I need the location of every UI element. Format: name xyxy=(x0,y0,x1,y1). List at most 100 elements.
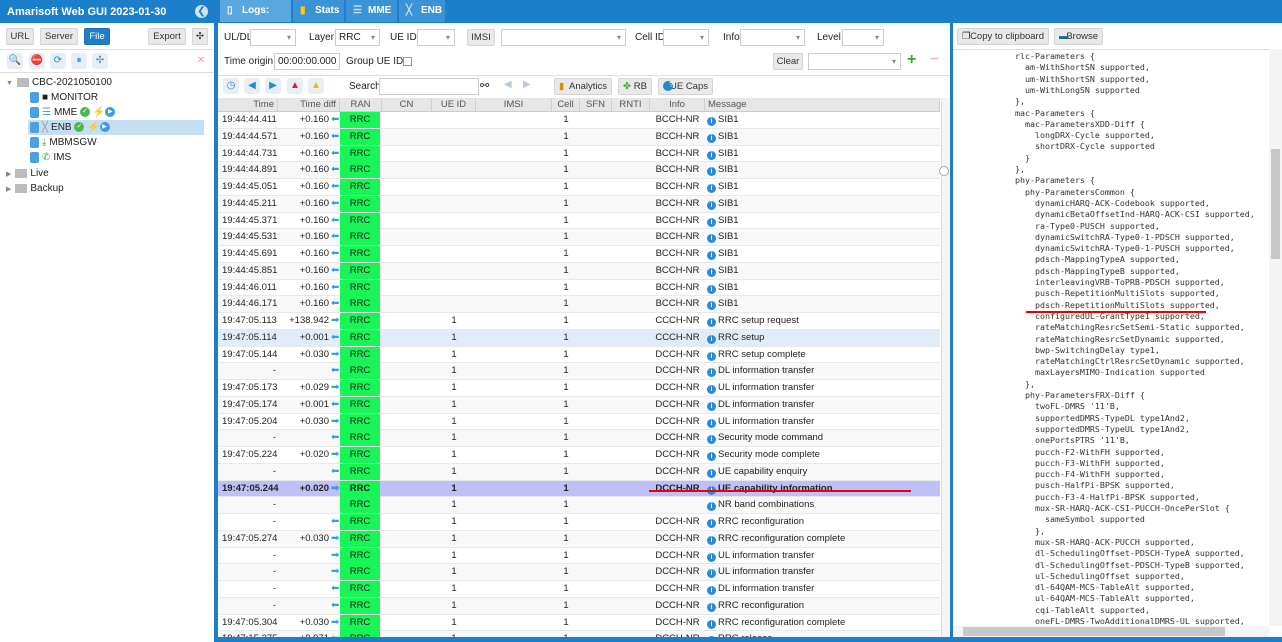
refresh-icon[interactable]: ⟳ xyxy=(50,53,66,69)
column-header-time-diff[interactable]: Time diff xyxy=(278,98,340,112)
tab-enb[interactable]: ╳ ENB xyxy=(399,0,446,22)
table-row[interactable]: 19:44:44.411 +0.160 ⬅ RRC 1 BCCH-NR i SIB1 xyxy=(218,112,940,129)
add-icon[interactable]: + xyxy=(907,52,916,68)
table-row[interactable]: 19:44:44.891 +0.160 ⬅ RRC 1 BCCH-NR i SIB1 xyxy=(218,162,940,179)
clock-icon[interactable]: ◷ xyxy=(223,78,239,94)
table-row[interactable]: 19:44:45.371 +0.160 ⬅ RRC 1 BCCH-NR i SIB1 xyxy=(218,212,940,230)
column-header-cn[interactable]: CN xyxy=(382,98,432,112)
column-header-ran[interactable]: RAN xyxy=(340,98,382,112)
table-row[interactable]: 19:44:45.211 +0.160 ⬅ RRC 1 BCCH-NR i SIB1 xyxy=(218,195,940,213)
group-ueid-checkbox[interactable] xyxy=(403,57,412,66)
table-row[interactable]: - ⬅ RRC 1 1 DCCH-NR i RRC reconfiguration xyxy=(218,514,940,531)
table-row[interactable]: 19:44:46.171 +0.160 ⬅ RRC 1 BCCH-NR i SIB1 xyxy=(218,296,940,313)
cellid-select[interactable] xyxy=(663,29,709,46)
table-row[interactable]: 19:47:05.224 +0.020 ➡ RRC 1 1 DCCH-NR i Security… xyxy=(218,447,940,464)
level-select[interactable] xyxy=(842,29,884,46)
table-row[interactable]: 19:47:05.174 +0.001 ⬅ RRC 1 1 DCCH-NR i DL infor… xyxy=(218,396,940,414)
next-result-icon[interactable]: ▶ xyxy=(523,79,531,90)
close-icon[interactable]: ✕ xyxy=(193,53,209,69)
browse-button[interactable]: ▬ Browse xyxy=(1054,28,1103,45)
imsi-button[interactable]: IMSI xyxy=(467,29,495,46)
table-row[interactable]: 19:47:05.244 +0.020➡RRC 1 1 DCCH-NR iUE capab… xyxy=(218,480,940,498)
search-input[interactable] xyxy=(379,78,479,95)
binoculars-icon[interactable]: ⚯ xyxy=(480,79,489,92)
table-row[interactable]: - ➡ RRC 1 1 DCCH-NR i UL information transfer xyxy=(218,564,940,581)
vertical-scrollbar[interactable] xyxy=(1269,49,1282,626)
table-row[interactable]: - ➡ RRC 1 1 DCCH-NR i UL information transfer xyxy=(218,547,940,565)
table-row[interactable]: 19:47:05.113 +138.942 ➡ RRC 1 1 CCCH-NR i RRC se… xyxy=(218,313,940,330)
uecaps-button[interactable]: ? UE Caps xyxy=(658,78,713,95)
table-row[interactable]: 19:44:45.531 +0.160 ⬅ RRC 1 BCCH-NR i SIB1 xyxy=(218,229,940,246)
table-row[interactable]: - ⬅ RRC 1 1 DCCH-NR i DL information transfer xyxy=(218,363,940,380)
connect-icon[interactable]: ✣ xyxy=(92,53,108,69)
play-icon[interactable]: ▶ xyxy=(105,107,116,118)
rb-button[interactable]: ✤ RB xyxy=(618,78,652,95)
tree-item-enb[interactable]: ╳ ENB ✓ ⚡ ▶ xyxy=(28,120,204,135)
horizontal-scrollbar[interactable] xyxy=(953,626,1269,637)
stop-icon[interactable]: ⛔ xyxy=(29,53,45,69)
table-row[interactable]: - ⬅ RRC 1 1 DCCH-NR i UE capability enquiry xyxy=(218,463,940,481)
clear-button[interactable]: Clear xyxy=(773,53,803,70)
table-row[interactable]: 19:44:45.691 +0.160 ⬅ RRC 1 BCCH-NR i SIB1 xyxy=(218,246,940,263)
column-header-info[interactable]: Info xyxy=(650,98,705,112)
file-button[interactable]: File xyxy=(84,28,110,45)
table-row[interactable]: - ⬅ RRC 1 1 DCCH-NR i RRC reconfiguration xyxy=(218,597,940,615)
column-header-imsi[interactable]: IMSI xyxy=(476,98,552,112)
table-row[interactable]: - ⬅ RRC 1 1 DCCH-NR i DL information transfer xyxy=(218,581,940,598)
play-icon[interactable]: ▶ xyxy=(99,122,110,133)
tree-item-live[interactable]: ▶ Live xyxy=(6,166,49,181)
column-header-cell[interactable]: Cell xyxy=(552,98,580,112)
analytics-button[interactable]: ▮ Analytics xyxy=(554,78,612,95)
arrow-left-icon[interactable]: ◀ xyxy=(244,78,260,94)
splitter-handle[interactable] xyxy=(939,166,949,176)
tree-item-mme[interactable]: ☰ MME ✓ ⚡ ▶ xyxy=(28,105,116,120)
table-row[interactable]: 19:44:45.851 +0.160 ⬅ RRC 1 BCCH-NR i SIB1 xyxy=(218,262,940,280)
tree-item-backup[interactable]: ▶ Backup xyxy=(6,181,64,196)
arrow-right-icon[interactable]: ▶ xyxy=(265,78,281,94)
pause-icon[interactable]: ⏸ xyxy=(71,53,87,69)
prev-result-icon[interactable]: ◀ xyxy=(504,79,512,90)
warning-icon[interactable]: ▲ xyxy=(308,78,324,94)
uldl-select[interactable] xyxy=(250,29,296,46)
collapse-panel-button[interactable]: ❮ xyxy=(195,5,208,18)
table-scrollbar[interactable] xyxy=(941,98,950,637)
chevron-right-icon[interactable]: ▶ xyxy=(6,186,11,193)
info-select[interactable] xyxy=(740,29,805,46)
table-row[interactable]: 19:47:05.173 +0.029 ➡ RRC 1 1 DCCH-NR i UL infor… xyxy=(218,380,940,397)
tree-item-cbc-2021050100[interactable]: ▼ CBC-2021050100 xyxy=(6,75,112,90)
chevron-down-icon[interactable]: ▼ xyxy=(6,80,13,87)
table-row[interactable]: 19:47:05.204 +0.030 ➡ RRC 1 1 DCCH-NR i UL infor… xyxy=(218,413,940,431)
table-row[interactable]: 19:47:05.114 +0.001 ⬅ RRC 1 1 CCCH-NR i RRC setu… xyxy=(218,329,940,347)
ueid-select[interactable] xyxy=(417,29,455,46)
column-header-rnti[interactable]: RNTI xyxy=(612,98,650,112)
tree-item-mbmsgw[interactable]: ⤓ MBMSGW xyxy=(28,135,97,150)
copy-clipboard-button[interactable]: ❐ Copy to clipboard xyxy=(957,28,1049,45)
tree-item-monitor[interactable]: ■ MONITOR xyxy=(28,90,98,105)
table-row[interactable]: - ⬅ RRC 1 1 DCCH-NR i Security mode command xyxy=(218,430,940,447)
export-button[interactable]: Export xyxy=(148,28,186,45)
table-row[interactable]: 19:47:05.144 +0.030 ➡ RRC 1 1 DCCH-NR i RRC setu… xyxy=(218,346,940,364)
filter-preset-select[interactable] xyxy=(808,53,901,70)
tab-mme[interactable]: ☰ MME xyxy=(346,0,398,22)
column-header-message[interactable]: Message xyxy=(705,98,940,112)
server-button[interactable]: Server xyxy=(40,28,78,45)
tab-logs[interactable]: ▯Logs: 1002 xyxy=(220,0,292,38)
table-row[interactable]: 19:47:15.275+9.971⬅RRC 1 1 DCCH-NRiRRC rele… xyxy=(218,631,940,637)
table-row[interactable]: 19:44:46.011 +0.160 ⬅ RRC 1 BCCH-NR i SIB1 xyxy=(218,279,940,297)
tab-stats[interactable]: ▮ Stats xyxy=(293,0,345,22)
error-icon[interactable]: ▲ xyxy=(287,78,303,94)
table-row[interactable]: - RRC 1 1 i NR band combinations xyxy=(218,497,940,514)
table-row[interactable]: 19:44:44.731 +0.160 ⬅ RRC 1 BCCH-NR i SIB1 xyxy=(218,145,940,163)
table-row[interactable]: 19:47:05.304 +0.030 ➡ RRC 1 1 DCCH-NR i RRC reco… xyxy=(218,614,940,632)
time-origin-input[interactable]: 00:00:00.000 xyxy=(274,53,340,70)
url-button[interactable]: URL xyxy=(6,28,34,45)
column-header-time[interactable]: Time xyxy=(218,98,278,112)
remove-icon[interactable]: − xyxy=(930,52,939,68)
table-row[interactable]: 19:44:44.571 +0.160 ⬅ RRC 1 BCCH-NR i SIB1 xyxy=(218,128,940,146)
column-header-sfn[interactable]: SFN xyxy=(580,98,612,112)
imsi-select[interactable] xyxy=(501,29,626,46)
table-row[interactable]: 19:47:05.274 +0.030 ➡ RRC 1 1 DCCH-NR i RRC reco… xyxy=(218,530,940,548)
table-row[interactable]: 19:44:45.051 +0.160 ⬅ RRC 1 BCCH-NR i SIB1 xyxy=(218,179,940,196)
layer-select[interactable]: RRC xyxy=(335,29,380,46)
chevron-right-icon[interactable]: ▶ xyxy=(6,171,11,178)
